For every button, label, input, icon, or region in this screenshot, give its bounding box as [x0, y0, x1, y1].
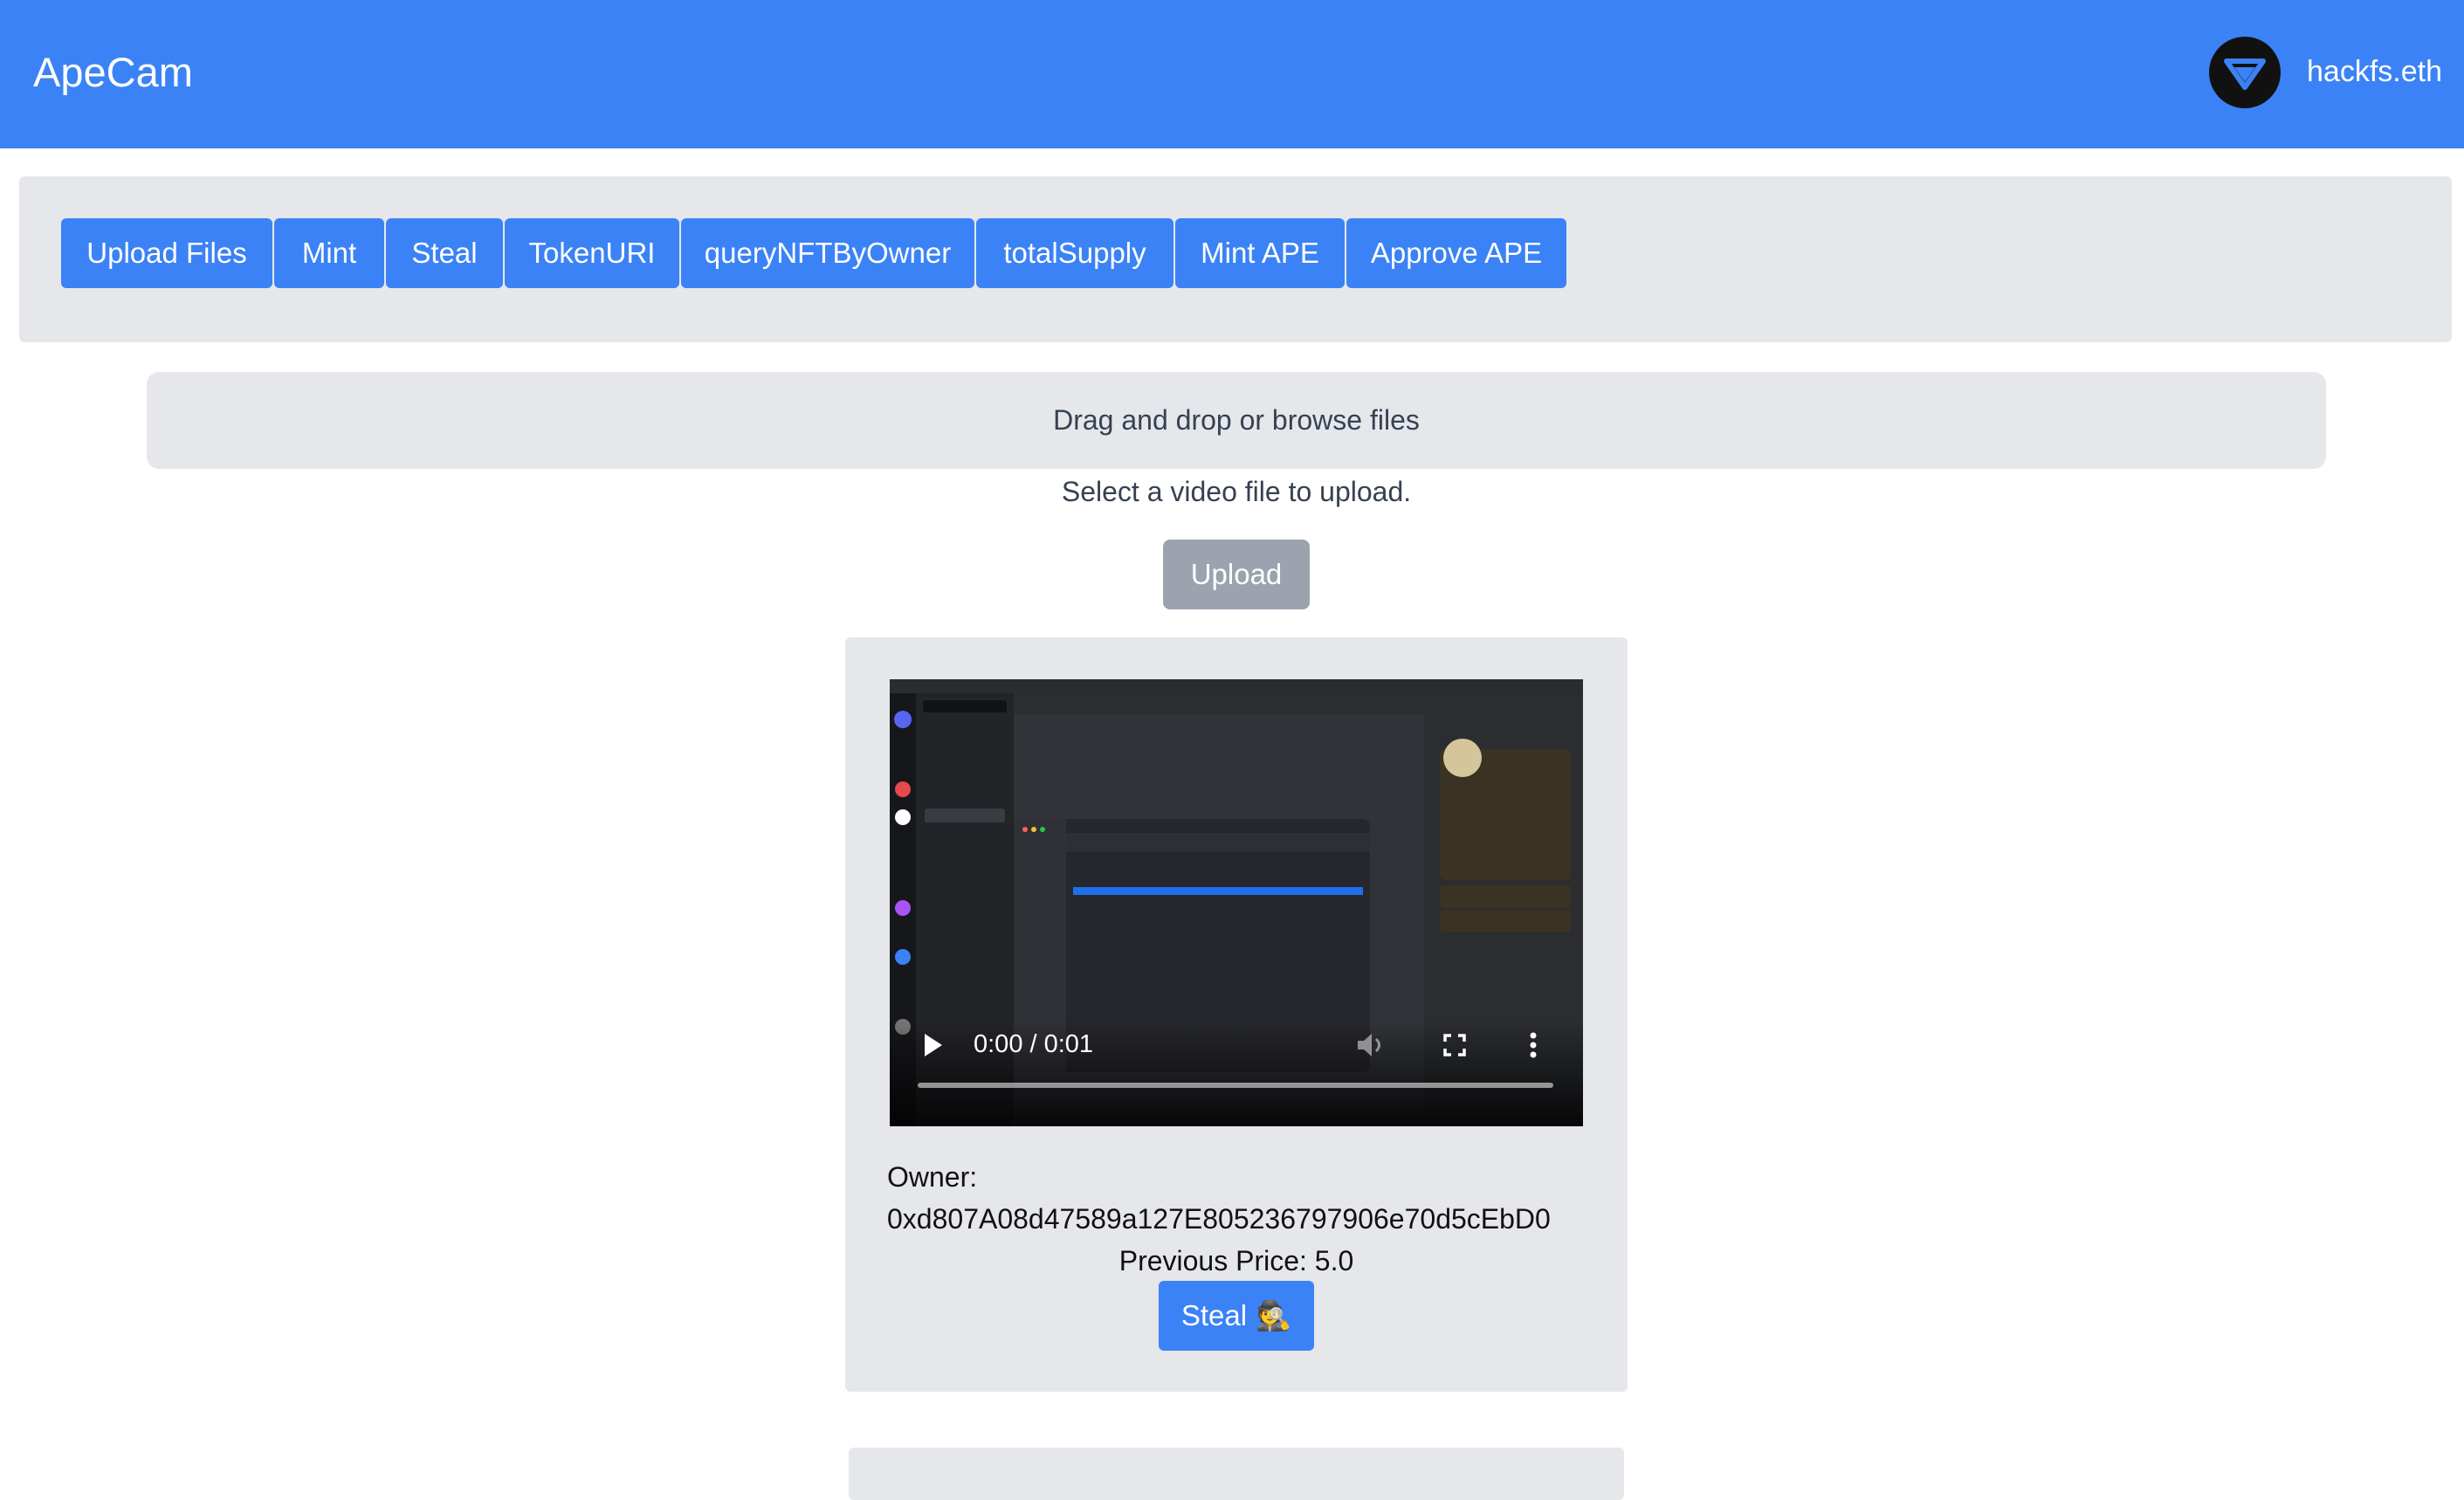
top-navbar: ApeCam hackfs.eth	[0, 0, 2464, 148]
owner-address: 0xd807A08d47589a127E805236797906e70d5cEb…	[887, 1203, 1551, 1235]
tab-mint[interactable]: Mint	[274, 218, 384, 288]
tab-total-supply[interactable]: totalSupply	[976, 218, 1173, 288]
tab-upload-files[interactable]: Upload Files	[61, 218, 272, 288]
fullscreen-icon[interactable]	[1443, 1034, 1466, 1056]
file-dropzone[interactable]: Drag and drop or browse files	[147, 372, 2326, 469]
upload-button[interactable]: Upload	[1163, 540, 1310, 609]
video-progress-bar[interactable]	[918, 1083, 1553, 1088]
more-options-icon[interactable]	[1529, 1032, 1538, 1058]
dropzone-label: Drag and drop or browse files	[1053, 404, 1420, 436]
video-player[interactable]: 0:00 / 0:01	[890, 679, 1583, 1126]
nft-card-next	[849, 1448, 1624, 1500]
tab-steal[interactable]: Steal	[386, 218, 503, 288]
volume-muted-icon[interactable]	[1356, 1032, 1386, 1058]
upload-hint: Select a video file to upload.	[1061, 476, 1412, 507]
account-name[interactable]: hackfs.eth	[2307, 51, 2442, 93]
brand-title[interactable]: ApeCam	[33, 45, 193, 100]
detective-icon: 🕵	[1256, 1298, 1292, 1331]
steal-button-label: Steal	[1180, 1299, 1248, 1331]
previous-price: Previous Price: 5.0	[1118, 1245, 1354, 1276]
video-time: 0:00 / 0:01	[974, 1030, 1094, 1058]
tab-approve-ape[interactable]: Approve APE	[1346, 218, 1566, 288]
tab-mint-ape[interactable]: Mint APE	[1175, 218, 1345, 288]
tab-token-uri[interactable]: TokenURI	[505, 218, 679, 288]
owner-label: Owner:	[887, 1161, 978, 1193]
steal-button[interactable]: Steal 🕵	[1159, 1281, 1314, 1351]
gem-logo-icon[interactable]	[2209, 37, 2281, 108]
tab-query-nft-by-owner[interactable]: queryNFTByOwner	[681, 218, 974, 288]
play-icon[interactable]	[923, 1032, 944, 1058]
